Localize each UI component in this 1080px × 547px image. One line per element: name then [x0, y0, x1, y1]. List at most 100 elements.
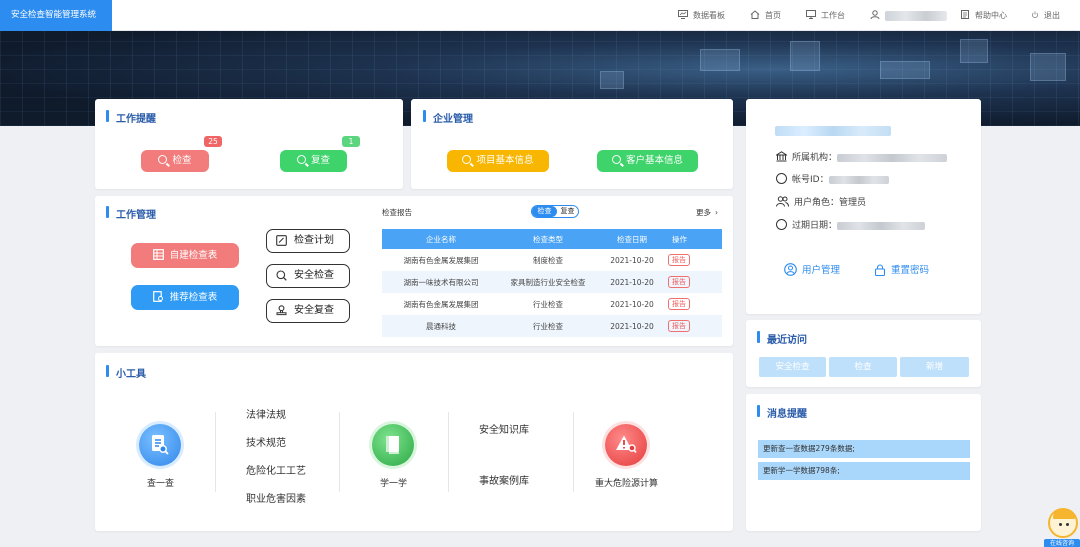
recheck-reminder-button[interactable]: 复查 [280, 150, 347, 172]
table-row: 湖南一味技术有限公司 家具制造行业安全检查 2021-10-20 报告 [382, 271, 722, 293]
org-row: 所属机构： [774, 150, 948, 163]
reset-password-link[interactable]: 重置密码 [874, 262, 929, 277]
type-cell: 制度检查 [533, 255, 563, 265]
company-cell: 湖南有色金属发展集团 [403, 255, 479, 265]
org-value-redacted [837, 153, 948, 162]
table-row: 湖南有色金属发展集团 制度检查 2021-10-20 报告 [382, 249, 722, 271]
hazardous-chem-link[interactable]: 危险化工工艺 [246, 462, 306, 477]
divider [448, 412, 449, 492]
banner-chip [700, 49, 740, 71]
safety-check-button[interactable]: 安全检查 [266, 264, 350, 288]
customer-info-button[interactable]: 客户基本信息 [597, 150, 698, 172]
occupational-hazard-link[interactable]: 职业危害因素 [246, 490, 306, 505]
support-label: 在线咨询 [1044, 539, 1080, 547]
banner-chip [1030, 53, 1066, 81]
report-action-button[interactable]: 报告 [668, 320, 690, 332]
report-table: 企业名称 检查类型 检查日期 操作 湖南有色金属发展集团 制度检查 2021-1… [382, 229, 722, 337]
stamp-icon [276, 305, 287, 316]
type-cell: 家具制造行业安全检查 [500, 271, 596, 293]
learn-icon [372, 424, 414, 466]
nav-logout[interactable]: 退出 [1031, 0, 1060, 31]
message-item[interactable]: 更新学一学数据798条; [758, 462, 970, 480]
recent-item[interactable]: 检查 [829, 357, 897, 377]
banner-chip [600, 71, 624, 89]
laws-link[interactable]: 法律法规 [246, 406, 286, 421]
expire-value-redacted [837, 221, 926, 230]
accident-cases-link[interactable]: 事故案例库 [479, 472, 529, 487]
column-header: 企业名称 [382, 229, 500, 249]
nav-help[interactable]: 帮助中心 [960, 0, 1007, 31]
search-icon [158, 155, 168, 164]
inspection-plan-button[interactable]: 检查计划 [266, 229, 350, 253]
messages-title: 消息提醒 [757, 405, 807, 420]
warning-icon [616, 435, 637, 453]
recent-item[interactable]: 新增 [900, 357, 969, 377]
helmet-icon [1053, 509, 1075, 519]
nav-help-label: 帮助中心 [975, 11, 1007, 20]
date-cell: 2021-10-20 [610, 255, 654, 265]
date-cell: 2021-10-20 [596, 271, 668, 293]
banner-chip [960, 39, 988, 63]
safety-recheck-label: 安全复查 [294, 305, 334, 316]
check-reminder-button[interactable]: 检查 [141, 150, 209, 172]
toggle-recheck-option[interactable]: 复查 [557, 206, 578, 217]
home-icon [750, 10, 760, 19]
safety-recheck-button[interactable]: 安全复查 [266, 299, 350, 323]
divider [215, 412, 216, 492]
toggle-check-option[interactable]: 检查 [532, 206, 557, 217]
message-item[interactable]: 更新查一查数据279条数据; [758, 440, 970, 458]
search-icon [611, 155, 621, 164]
recommend-label: 推荐检查表 [169, 292, 218, 303]
top-bar: 安全检查智能管理系统 数据看板 首页 工作台 帮助中心 退出 [0, 0, 1080, 31]
date-cell: 2021-10-20 [610, 299, 654, 309]
report-more-link[interactable]: 更多 › [696, 207, 718, 218]
self-build-checklist-button[interactable]: 自建检查表 [131, 243, 239, 268]
type-cell: 行业检查 [500, 315, 596, 337]
chevron-right-icon: › [715, 208, 718, 217]
check-reminder-label: 检查 [172, 155, 192, 166]
banner-chip [880, 61, 930, 79]
report-action-button[interactable]: 报告 [668, 276, 690, 288]
enterprise-title: 企业管理 [423, 110, 473, 125]
column-header: 检查类型 [500, 229, 596, 249]
nav-user[interactable] [870, 0, 947, 31]
type-cell: 行业检查 [533, 299, 563, 309]
support-avatar [1048, 508, 1078, 538]
report-action-button[interactable]: 报告 [668, 254, 690, 266]
lookup-label: 查一查 [147, 479, 175, 489]
user-mgmt-link[interactable]: 用户管理 [784, 262, 840, 277]
recommend-checklist-button[interactable]: 推荐检查表 [131, 285, 239, 310]
book-icon [386, 436, 399, 454]
account-value-redacted [828, 175, 889, 184]
nav-workbench[interactable]: 工作台 [806, 0, 845, 31]
safety-check-label: 安全检查 [294, 270, 334, 281]
user-mgmt-label: 用户管理 [802, 265, 841, 276]
nav-home-label: 首页 [765, 11, 781, 20]
column-header: 检查日期 [596, 229, 668, 249]
report-action-button[interactable]: 报告 [668, 298, 690, 310]
clock-icon [776, 219, 787, 230]
search-icon [296, 155, 306, 164]
app-title[interactable]: 安全检查智能管理系统 [0, 0, 112, 31]
divider [339, 412, 340, 492]
divider [573, 412, 574, 492]
table-header-row: 企业名称 检查类型 检查日期 操作 [382, 229, 722, 249]
lock-icon [874, 263, 886, 276]
date-cell: 2021-10-20 [596, 315, 668, 337]
nav-dashboard-label: 数据看板 [693, 11, 725, 20]
hazard-calc-icon [605, 424, 647, 466]
document-icon [961, 10, 969, 19]
project-info-button[interactable]: 项目基本信息 [447, 150, 549, 172]
tech-standards-link[interactable]: 技术规范 [246, 434, 286, 449]
recent-item[interactable]: 安全检查 [759, 357, 826, 377]
nav-dashboard[interactable]: 数据看板 [678, 0, 725, 31]
table-row: 晨通科技 行业检查 2021-10-20 报告 [382, 315, 722, 337]
report-toggle: 检查 复查 [531, 205, 579, 218]
knowledge-base-link[interactable]: 安全知识库 [479, 421, 529, 436]
column-header: 操作 [668, 229, 722, 249]
bank-icon [774, 151, 789, 162]
more-label: 更多 [696, 208, 711, 217]
user-circle-icon [784, 263, 797, 276]
nav-home[interactable]: 首页 [750, 0, 781, 31]
online-support-button[interactable]: 在线咨询 [1044, 506, 1080, 547]
